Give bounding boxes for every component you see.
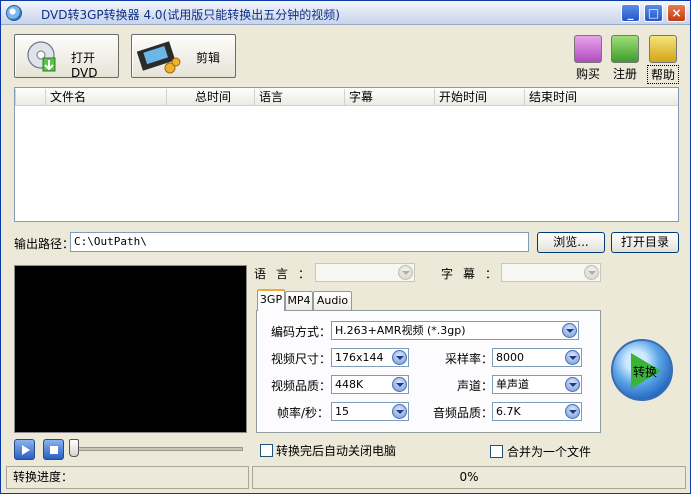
sample-rate-label: 采样率： [445, 352, 494, 366]
fps-value: 15 [335, 405, 349, 418]
tab-mp4[interactable]: MP4 [285, 291, 313, 310]
column-header-language[interactable]: 语言 [254, 89, 344, 105]
dvd-disc-icon [27, 41, 56, 72]
browse-button[interactable]: 浏览... [537, 232, 605, 253]
chevron-down-icon [562, 323, 577, 338]
subtitle-label: 字幕： [441, 267, 508, 281]
output-path-label: 输出路径： [14, 237, 75, 251]
progress-percent: 0% [252, 466, 686, 489]
video-quality-label: 视频品质： [271, 379, 332, 393]
chevron-down-icon [392, 350, 407, 365]
language-select[interactable] [315, 263, 415, 282]
audio-quality-select[interactable]: 6.7K [492, 402, 582, 421]
sample-rate-select[interactable]: 8000 [492, 348, 582, 367]
maximize-button[interactable]: □ [644, 4, 663, 22]
chevron-down-icon [392, 404, 407, 419]
chevron-down-icon [565, 404, 580, 419]
audio-quality-label: 音频品质： [433, 406, 494, 420]
audio-quality-value: 6.7K [496, 405, 521, 418]
help-button[interactable]: 帮助 [647, 35, 679, 84]
shopping-cart-icon [574, 35, 602, 63]
column-header-end-time[interactable]: 结束时间 [524, 89, 678, 105]
stop-button[interactable] [43, 439, 64, 460]
output-path-input[interactable]: C:\OutPath\ [70, 232, 529, 252]
channel-value: 单声道 [496, 378, 529, 391]
chevron-down-icon [565, 377, 580, 392]
shutdown-label: 转换完后自动关闭电脑 [276, 444, 397, 458]
app-window: DVD转3GP转换器 4.0(试用版只能转换出五分钟的视频) _ □ × 打开D… [0, 0, 691, 494]
column-header-blank[interactable] [15, 89, 45, 105]
buy-label: 购买 [575, 67, 600, 81]
buy-button[interactable]: 购买 [572, 35, 604, 83]
sample-rate-value: 8000 [496, 351, 524, 364]
film-scissors-icon [137, 41, 181, 74]
video-preview [14, 265, 247, 433]
window-title: DVD转3GP转换器 4.0(试用版只能转换出五分钟的视频) [41, 8, 340, 22]
close-button[interactable]: × [667, 4, 686, 22]
merge-checkbox[interactable] [490, 445, 503, 458]
fps-label: 帧率/秒： [277, 406, 330, 420]
key-icon [611, 35, 639, 63]
chevron-down-icon [398, 265, 413, 280]
video-quality-value: 448K [335, 378, 364, 391]
minimize-button[interactable]: _ [621, 4, 640, 22]
codec-value: H.263+AMR视频 (*.3gp) [335, 324, 466, 337]
seek-slider-thumb[interactable] [69, 439, 79, 457]
chevron-down-icon [392, 377, 407, 392]
convert-label: 转换 [633, 365, 658, 379]
channel-select[interactable]: 单声道 [492, 375, 582, 394]
play-button[interactable] [14, 439, 35, 460]
channel-label: 声道： [457, 379, 494, 393]
video-size-select[interactable]: 176x144 [331, 348, 409, 367]
help-label: 帮助 [647, 65, 679, 84]
register-label: 注册 [612, 67, 637, 81]
seek-slider-track[interactable] [71, 447, 243, 451]
open-dvd-button[interactable]: 打开DVD [14, 34, 119, 80]
video-size-label: 视频尺寸： [271, 352, 332, 366]
format-settings-panel: 编码方式： H.263+AMR视频 (*.3gp) 视频尺寸： 176x144 … [256, 310, 601, 433]
register-button[interactable]: 注册 [609, 35, 641, 83]
progress-status-label: 转换进度： [6, 466, 249, 489]
edit-label: 剪辑 [196, 51, 221, 65]
open-directory-button[interactable]: 打开目录 [611, 232, 679, 253]
language-label: 语言： [254, 267, 321, 281]
file-list[interactable]: 文件名 总时间 语言 字幕 开始时间 结束时间 [14, 87, 679, 222]
file-list-header: 文件名 总时间 语言 字幕 开始时间 结束时间 [15, 88, 678, 106]
tab-audio[interactable]: Audio [313, 291, 352, 310]
column-header-start-time[interactable]: 开始时间 [434, 89, 524, 105]
open-dvd-label: 打开DVD [71, 51, 98, 80]
video-quality-select[interactable]: 448K [331, 375, 409, 394]
edit-button[interactable]: 剪辑 [131, 34, 236, 78]
convert-button[interactable]: 转换 [611, 339, 673, 401]
fps-select[interactable]: 15 [331, 402, 409, 421]
shutdown-checkbox[interactable] [260, 444, 273, 457]
tab-3gp[interactable]: 3GP [257, 289, 285, 311]
chevron-down-icon [584, 265, 599, 280]
column-header-subtitle[interactable]: 字幕 [344, 89, 434, 105]
video-size-value: 176x144 [335, 351, 384, 364]
column-header-duration[interactable]: 总时间 [166, 89, 254, 105]
column-header-filename[interactable]: 文件名 [45, 89, 166, 105]
question-mark-icon [649, 35, 677, 63]
merge-label: 合并为一个文件 [507, 445, 592, 459]
codec-label: 编码方式： [271, 325, 332, 339]
app-icon [6, 5, 22, 21]
codec-select[interactable]: H.263+AMR视频 (*.3gp) [331, 321, 579, 340]
subtitle-select[interactable] [501, 263, 601, 282]
chevron-down-icon [565, 350, 580, 365]
title-bar[interactable]: DVD转3GP转换器 4.0(试用版只能转换出五分钟的视频) _ □ × [1, 1, 690, 25]
